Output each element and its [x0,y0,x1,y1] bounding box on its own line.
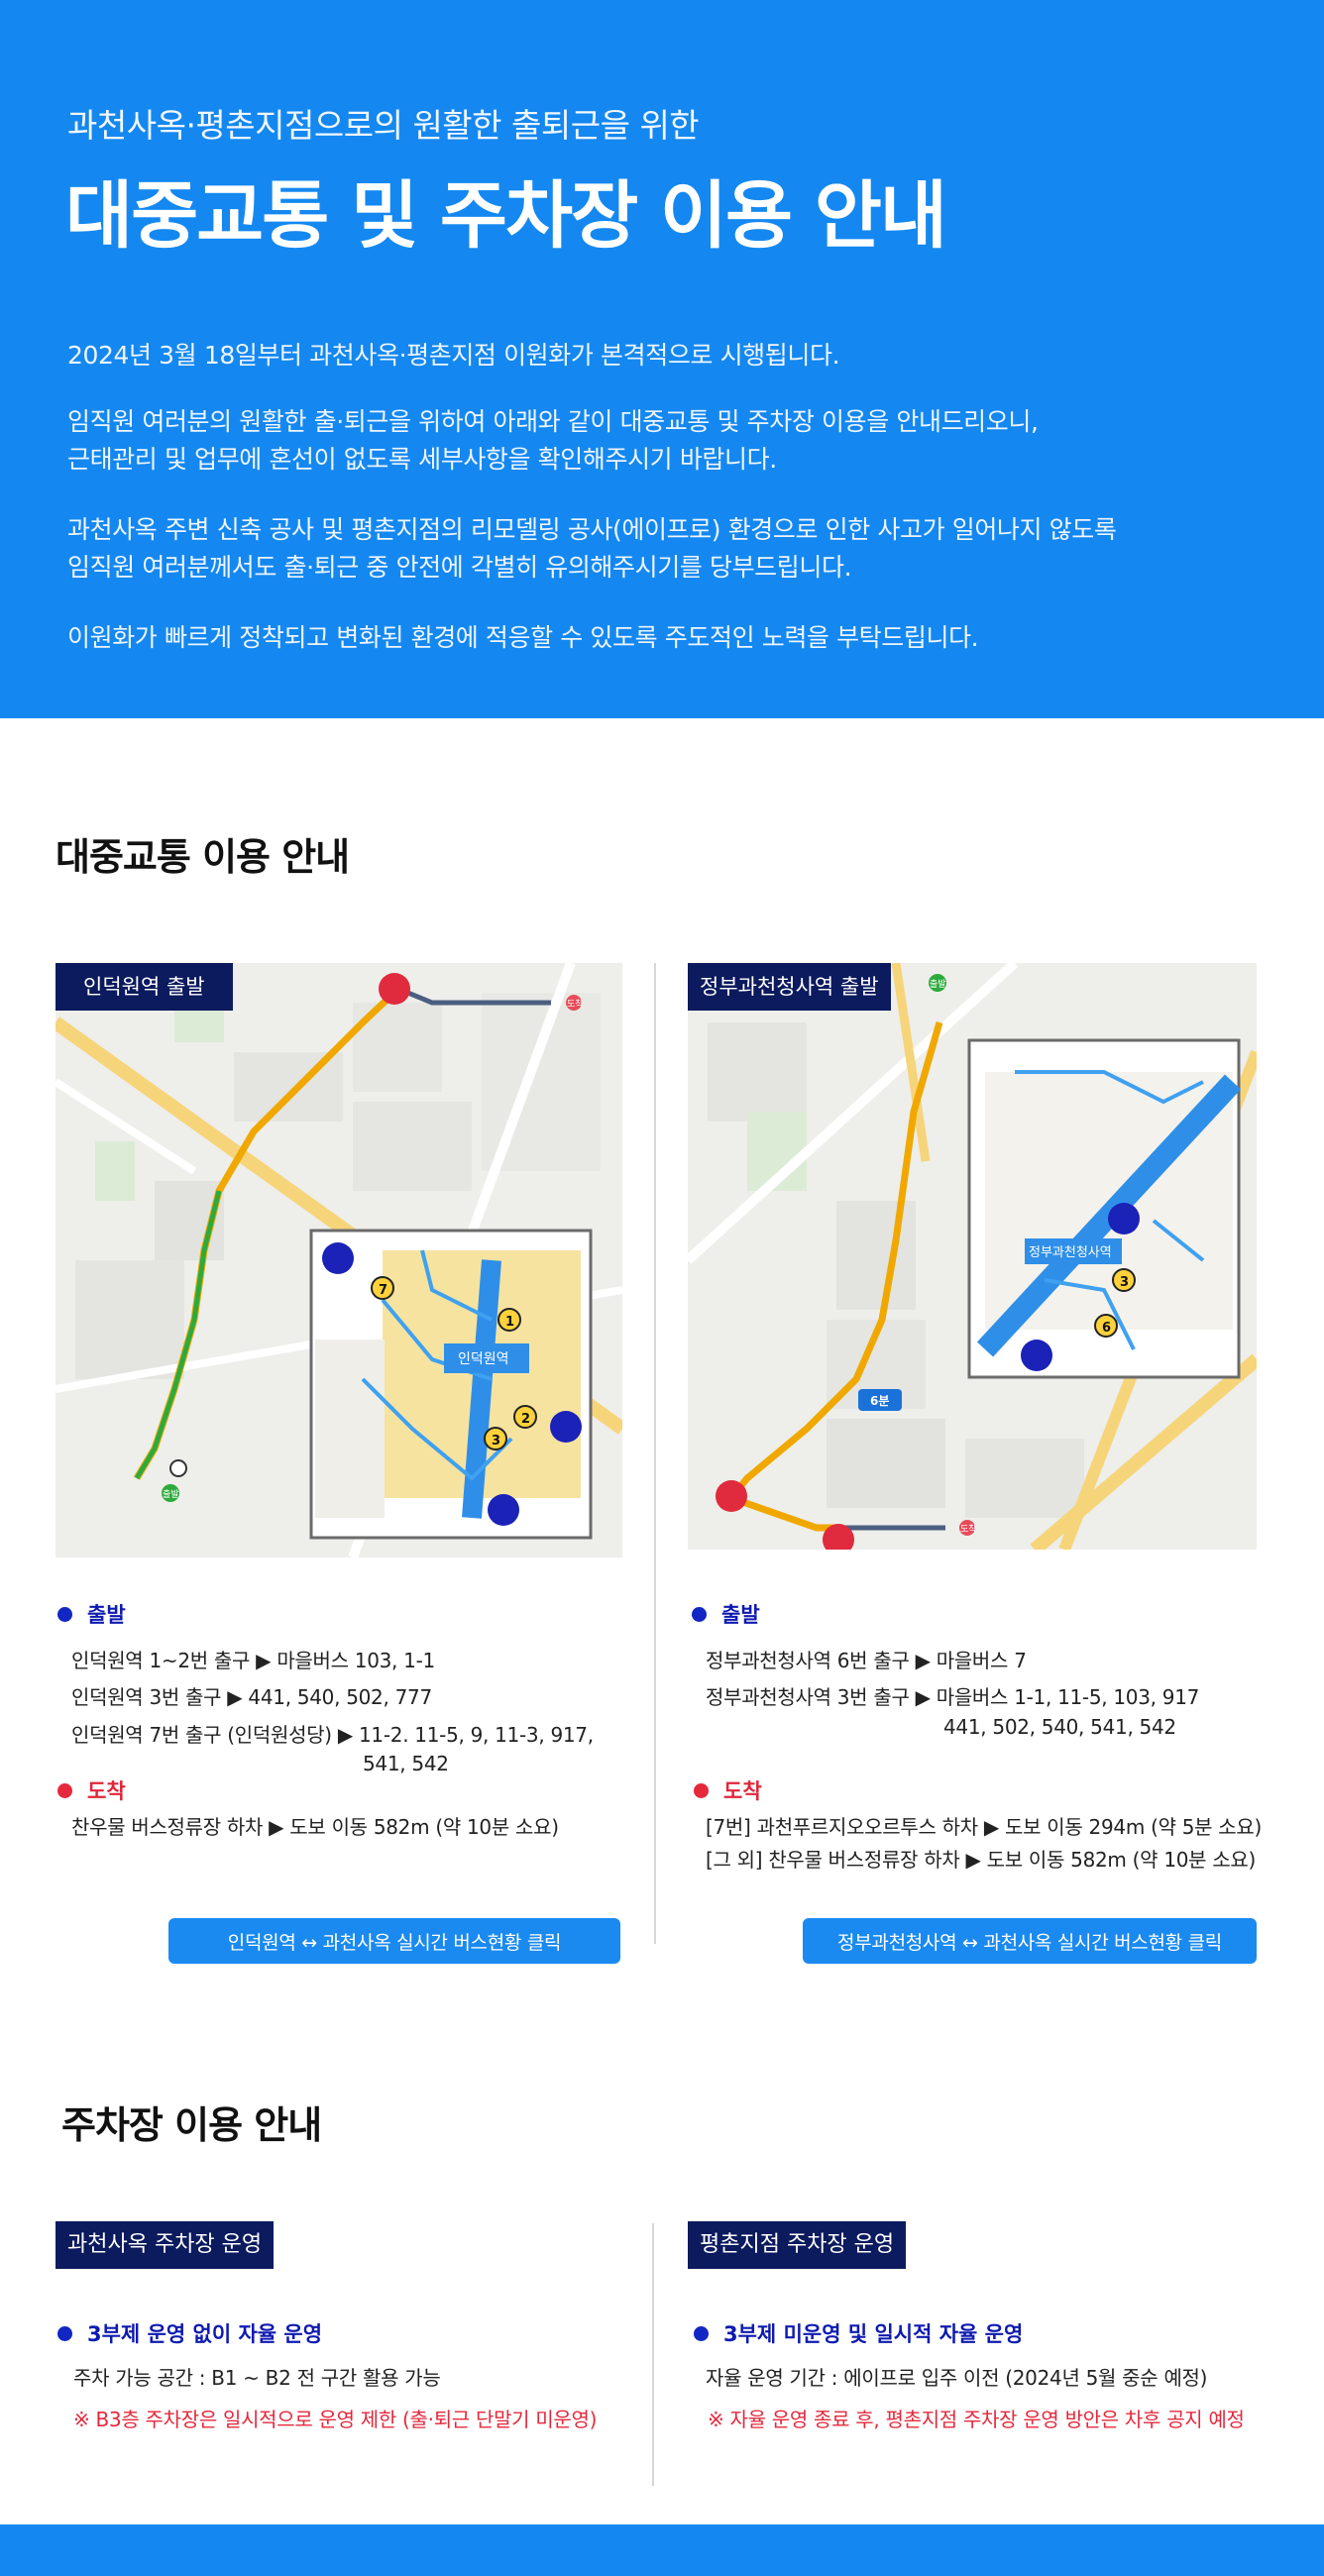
hero-title: 대중교통 및 주차장 이용 안내 [65,173,947,259]
map-station-label-right: 정부과천청사역 [1029,1245,1112,1260]
right-depart-line-1: 정부과천청사역 6번 출구 ▶ 마을버스 7 [706,1649,1027,1672]
parking-right-line: 자율 운영 기간 : 에이프로 입주 이전 (2024년 5월 중순 예정) [706,2366,1208,2390]
parking-left-note: ※ B3층 주차장은 일시적으로 운영 제한 (출·퇴근 단말기 미운영) [73,2408,598,2431]
map-end-label: 도착 [567,999,584,1010]
map-exit-7-label: 7 [379,1283,387,1298]
left-depart-line-3: 인덕원역 7번 출구 (인덕원성당) ▶ 11-2. 11-5, 9, 11-3… [71,1723,594,1747]
hero-subtitle: 과천사옥·평촌지점으로의 원활한 출퇴근을 위한 [67,106,700,145]
map-tag-gwacheon-gov: 정부과천청사역 출발 [688,963,891,1011]
parking-section-title: 주차장 이용 안내 [54,2094,332,2155]
bullet-dot [57,1782,72,1798]
left-arrive-line-1: 찬우물 버스정류장 하차 ▶ 도보 이동 582m (약 10분 소요) [71,1815,559,1839]
left-depart-line-1: 인덕원역 1~2번 출구 ▶ 마을버스 103, 1-1 [71,1649,435,1672]
right-arrive-line-1: [7번] 과천푸르지오오르투스 하차 ▶ 도보 이동 294m (약 5분 소요… [706,1815,1263,1839]
parking-left-heading: 3부제 운영 없이 자율 운영 [57,2318,322,2348]
bullet-dot [694,2325,709,2341]
map-exit-1-label: 1 [505,1315,514,1330]
induckwon-bus-status-button[interactable]: 인덕원역 ↔ 과천사옥 실시간 버스현황 클릭 [168,1918,620,1964]
parking-right-note: ※ 자율 운영 종료 후, 평촌지점 주차장 운영 방안은 차후 공지 예정 [708,2408,1245,2431]
right-depart-line-2-cont: 441, 502, 540, 541, 542 [943,1715,1176,1739]
right-depart-line-2: 정부과천청사역 3번 출구 ▶ 마을버스 1-1, 11-5, 103, 917 [706,1685,1200,1709]
hero-paragraph-1: 2024년 3월 18일부터 과천사옥·평촌지점 이원화가 본격적으로 시행됩니… [67,341,840,370]
bullet-dot [694,1782,709,1798]
left-arrive-heading: 도착 [57,1775,126,1805]
right-depart-heading: 출발 [692,1599,760,1629]
map-end-label-right: 도착 [960,1524,977,1535]
bullet-dot [57,1606,72,1622]
map-walk-label: 6분 [870,1394,889,1408]
parking-left-line: 주차 가능 공간 : B1 ~ B2 전 구간 활용 가능 [73,2366,441,2390]
map-exit-3-label-right: 3 [1120,1275,1129,1290]
left-depart-heading: 출발 [57,1599,126,1629]
map-exit-6-label: 6 [1102,1321,1111,1336]
parking-right-heading: 3부제 미운영 및 일시적 자율 운영 [694,2318,1023,2348]
hero-banner: 과천사옥·평촌지점으로의 원활한 출퇴근을 위한 대중교통 및 주차장 이용 안… [0,0,1324,718]
map-start-label: 출발 [163,1489,179,1500]
hero-paragraph-4: 이원화가 빠르게 정착되고 변화된 환경에 적응할 수 있도록 주도적인 노력을… [67,623,979,652]
map-station-label: 인덕원역 [458,1351,509,1367]
transit-divider [654,963,656,1944]
left-depart-line-2: 인덕원역 3번 출구 ▶ 441, 540, 502, 777 [71,1685,432,1709]
map-induckwon-svg: 7 1 2 3 인덕원역 도착 출발 [55,963,622,1557]
map-induckwon[interactable]: 7 1 2 3 인덕원역 도착 출발 인덕원역 출발 [55,963,622,1557]
parking-tag-gwacheon: 과천사옥 주차장 운영 [55,2221,275,2269]
gwacheon-gov-bus-status-button[interactable]: 정부과천청사역 ↔ 과천사옥 실시간 버스현황 클릭 [803,1918,1257,1964]
bullet-dot [692,1606,707,1622]
right-arrive-heading: 도착 [694,1775,762,1805]
hero-paragraph-3a: 과천사옥 주변 신축 공사 및 평촌지점의 리모델링 공사(에이프로) 환경으로… [67,515,1117,544]
parking-tag-pyeongchon: 평촌지점 주차장 운영 [688,2221,907,2269]
map-start-label-right: 출발 [930,979,946,990]
map-exit-2-label: 2 [521,1412,530,1427]
map-gwacheon-gov[interactable]: 6분 정부과천청사역 3 6 도착 출발 정부과천청사역 출발 [688,963,1257,1550]
parking-divider [652,2223,654,2486]
map-gwacheon-gov-svg: 6분 정부과천청사역 3 6 도착 출발 [688,963,1257,1550]
bullet-dot [57,2325,72,2341]
left-depart-line-3-cont: 541, 542 [363,1752,449,1775]
right-arrive-line-2: [그 외] 찬우물 버스정류장 하차 ▶ 도보 이동 582m (약 10분 소… [706,1848,1257,1872]
hero-paragraph-2b: 근태관리 및 업무에 혼선이 없도록 세부사항을 확인해주시기 바랍니다. [67,445,777,474]
hero-paragraph-3b: 임직원 여러분께서도 출·퇴근 중 안전에 각별히 유의해주시기를 당부드립니다… [67,553,852,582]
footer-bar [0,2524,1324,2576]
hero-paragraph-2a: 임직원 여러분의 원활한 출·퇴근을 위하여 아래와 같이 대중교통 및 주차장… [67,407,1039,436]
map-exit-3-label: 3 [492,1434,500,1449]
transit-section-title: 대중교통 이용 안내 [48,826,360,887]
map-tag-induckwon: 인덕원역 출발 [55,963,233,1011]
